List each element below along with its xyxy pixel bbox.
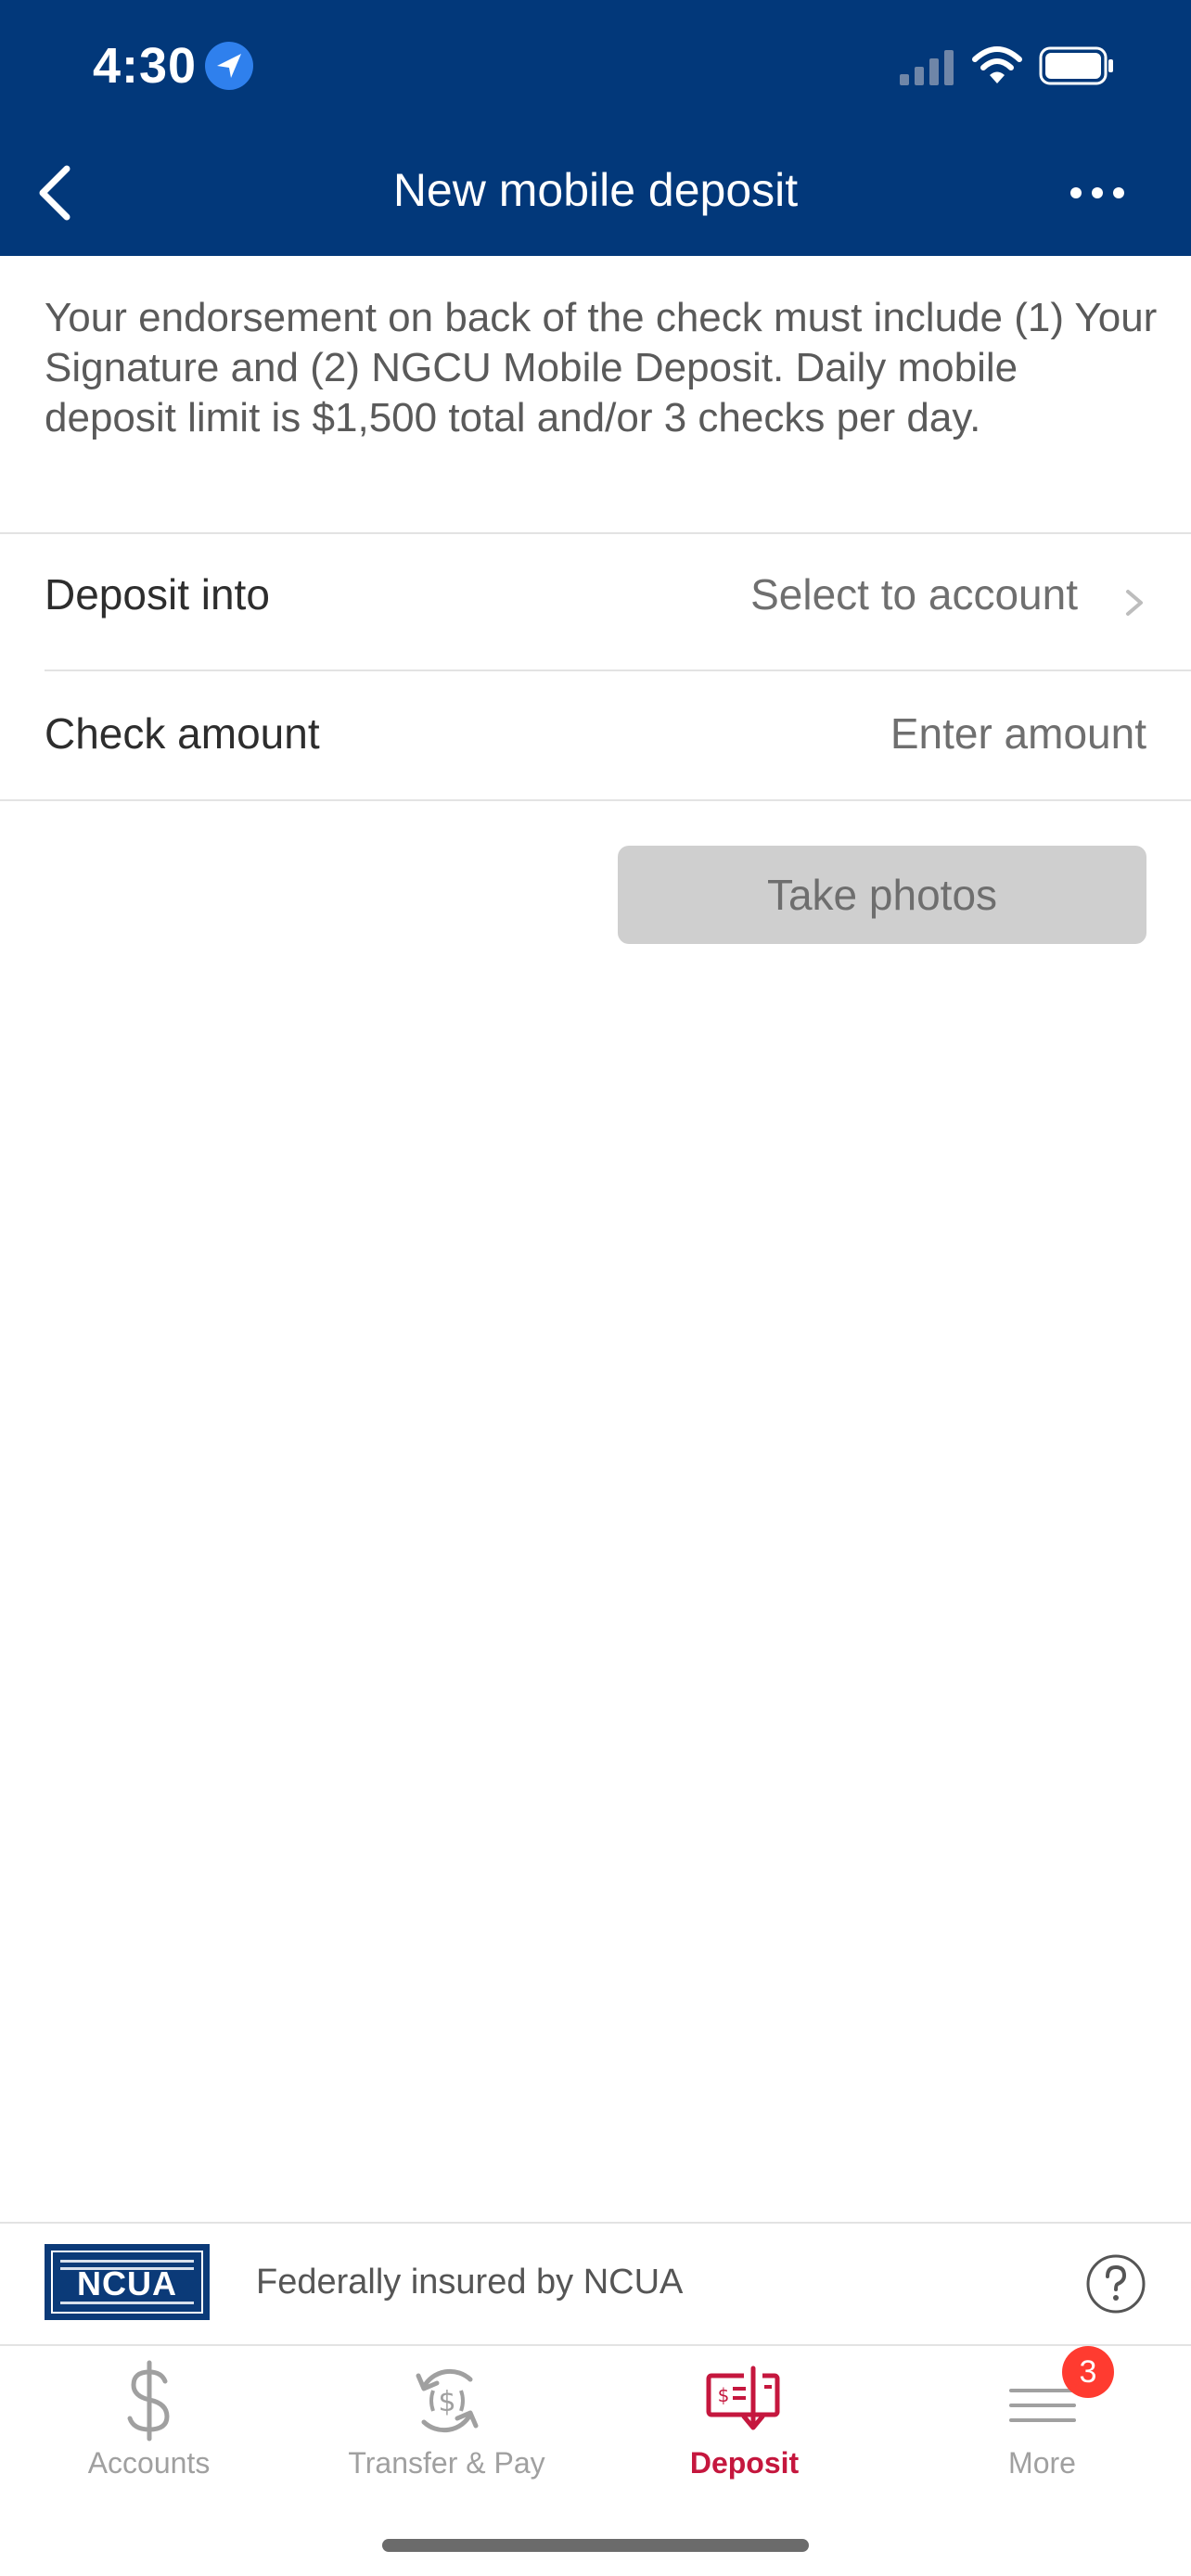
- home-indicator[interactable]: [382, 2539, 809, 2552]
- chevron-right-icon: [1126, 590, 1143, 616]
- svg-text:$: $: [438, 2386, 455, 2418]
- status-time: 4:30: [93, 38, 198, 94]
- deposit-into-label: Deposit into: [45, 570, 270, 618]
- dollar-icon: [127, 2360, 170, 2442]
- tab-deposit[interactable]: $ Deposit: [596, 2346, 893, 2494]
- ncua-logo-text: NCUA: [77, 2264, 177, 2302]
- more-options-icon[interactable]: [1065, 174, 1130, 211]
- deposit-into-value[interactable]: Select to account: [750, 569, 1078, 619]
- check-deposit-icon: $: [706, 2366, 779, 2430]
- tab-label: More: [1008, 2446, 1076, 2480]
- endorsement-notice: Your endorsement on back of the check mu…: [45, 295, 1158, 440]
- tab-accounts[interactable]: Accounts: [0, 2346, 298, 2494]
- cellular-signal-icon: [900, 50, 954, 85]
- tab-bar: Accounts $ Transfer & Pay $ Deposit 3 Mo…: [0, 2346, 1191, 2494]
- battery-icon: [1039, 46, 1113, 85]
- divider: [0, 2222, 1191, 2224]
- check-amount-label: Check amount: [45, 709, 320, 758]
- tab-label: Transfer & Pay: [348, 2446, 545, 2480]
- ncua-logo: NCUA: [45, 2244, 210, 2320]
- tab-transfer-pay[interactable]: $ Transfer & Pay: [298, 2346, 596, 2494]
- check-amount-input[interactable]: Enter amount: [890, 708, 1146, 759]
- divider: [45, 670, 1191, 671]
- tab-more[interactable]: 3 More: [893, 2346, 1191, 2494]
- divider: [0, 532, 1191, 534]
- wifi-icon: [972, 46, 1022, 83]
- page-title: New mobile deposit: [392, 164, 799, 216]
- tab-label: Accounts: [87, 2446, 211, 2480]
- notification-badge: 3: [1062, 2346, 1114, 2398]
- take-photos-button[interactable]: Take photos: [618, 846, 1146, 944]
- tab-label: Deposit: [689, 2446, 800, 2480]
- transfer-pay-icon: $: [416, 2368, 478, 2433]
- divider: [0, 799, 1191, 801]
- insured-text: Federally insured by NCUA: [256, 2263, 684, 2302]
- help-icon[interactable]: [1085, 2253, 1146, 2315]
- svg-text:$: $: [717, 2384, 729, 2406]
- location-arrow-icon: [205, 42, 253, 90]
- header-bar: 4:30 New mobile deposit: [0, 0, 1191, 256]
